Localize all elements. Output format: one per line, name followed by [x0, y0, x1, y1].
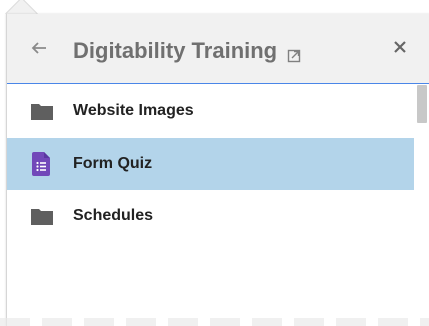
- folder-icon: [31, 206, 53, 226]
- file-picker-popup: Digitability Training Website Images For…: [0, 0, 429, 326]
- open-in-new-icon[interactable]: [287, 43, 301, 63]
- folder-icon: [31, 101, 53, 121]
- picker-header: Digitability Training: [7, 14, 429, 84]
- close-icon: [394, 41, 406, 53]
- list-item-label: Form Quiz: [73, 155, 153, 172]
- arrow-left-icon: [31, 42, 46, 54]
- google-forms-icon: [32, 152, 50, 176]
- close-button[interactable]: [389, 36, 411, 58]
- list-item-schedules[interactable]: Schedules: [7, 190, 414, 242]
- vertical-scrollbar[interactable]: [414, 85, 429, 326]
- list-item-form-quiz[interactable]: Form Quiz: [7, 138, 414, 190]
- list-item-label: Website Images: [73, 102, 194, 119]
- list-item-label: Schedules: [73, 207, 154, 224]
- scrollbar-thumb[interactable]: [417, 85, 427, 123]
- picker-panel: Digitability Training Website Images For…: [6, 14, 429, 326]
- list-item-website-images[interactable]: Website Images: [7, 85, 414, 137]
- back-button[interactable]: [27, 36, 51, 60]
- folder-title: Digitability Training: [73, 38, 301, 64]
- bottom-edge: [0, 318, 429, 326]
- file-list: Website Images Form Quiz Schedules: [7, 85, 414, 326]
- folder-title-text: Digitability Training: [73, 38, 278, 63]
